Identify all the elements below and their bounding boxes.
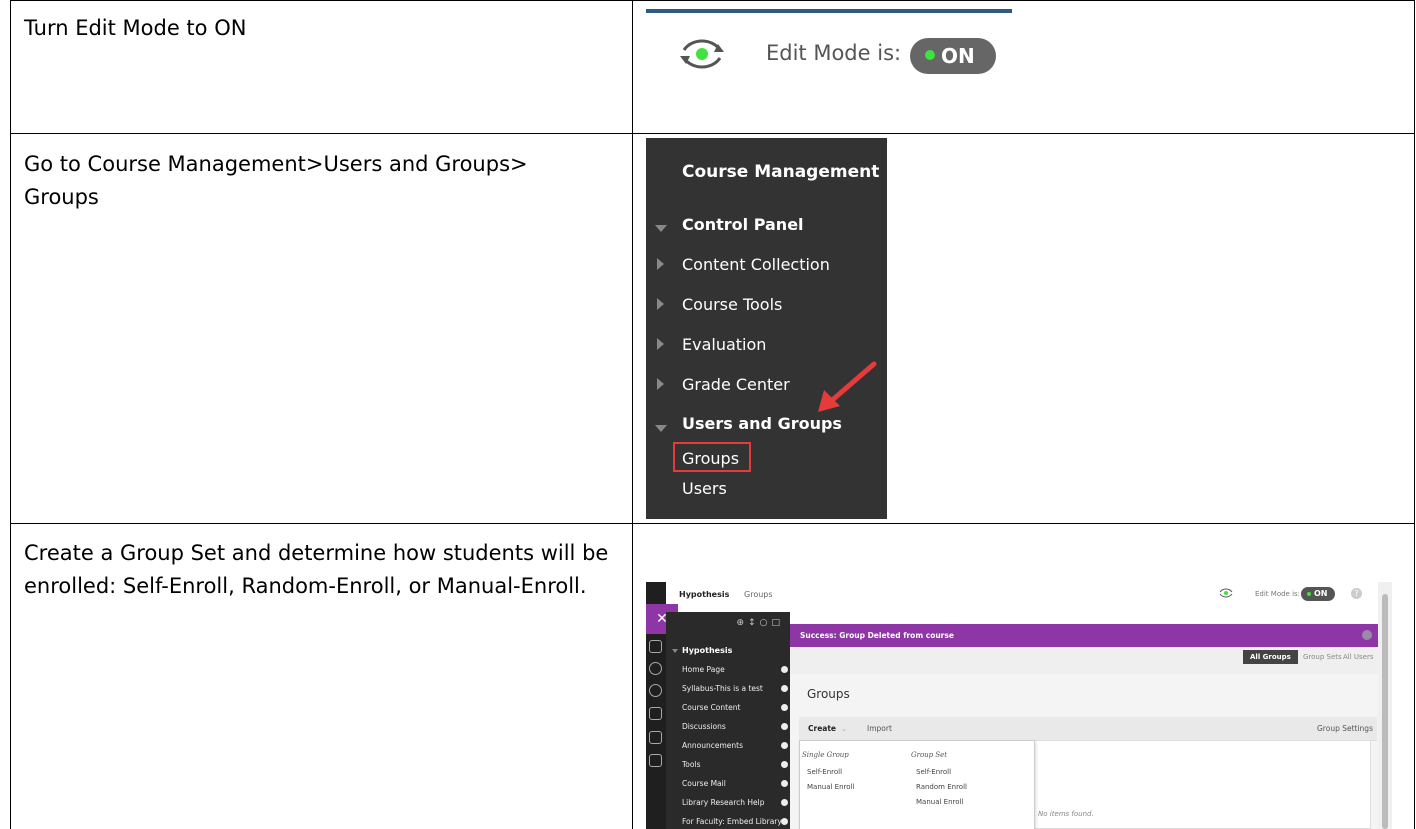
course-menu-item[interactable]: Course Mail [682,779,726,788]
menu-evaluation[interactable]: Evaluation [682,335,766,354]
tab-group-sets[interactable]: Group Sets [1303,653,1342,661]
edit-mode-label: Edit Mode is: [766,41,902,65]
caret-down-icon [655,425,667,432]
edit-mode-toggle[interactable]: ON [1301,587,1335,601]
institution-icon [649,640,662,653]
table-row-divider-1 [10,133,1415,134]
item-options-icon[interactable] [781,742,788,749]
tab-all-groups[interactable]: All Groups [1243,650,1298,664]
menu-item-set-random-enroll[interactable]: Random Enroll [916,783,967,791]
item-options-icon[interactable] [781,704,788,711]
item-options-icon[interactable] [781,723,788,730]
menu-item-single-manual-enroll[interactable]: Manual Enroll [807,783,854,791]
caret-down-icon [655,225,667,232]
course-menu-item[interactable]: Tools [682,760,700,769]
empty-message: No items found. [1038,810,1094,818]
course-menu-item[interactable]: Announcements [682,741,743,750]
create-button[interactable]: Create [808,724,836,733]
course-menu-header[interactable]: Hypothesis [682,646,732,655]
import-button[interactable]: Import [867,724,892,733]
help-icon[interactable]: ? [1351,588,1362,599]
instruction-step-1: Turn Edit Mode to ON [24,16,247,40]
table-border-left [10,0,11,829]
groups-page: Groups Create ⌄ Import Group Settings No… [790,674,1378,829]
breadcrumb[interactable]: Groups [744,590,773,599]
instruction-step-3: Create a Group Set and determine how stu… [24,541,609,598]
item-options-icon[interactable] [781,818,788,825]
group-settings-button[interactable]: Group Settings [1317,724,1373,733]
table-row-divider-2 [10,523,1415,524]
group-set-heading: Group Set [911,751,948,759]
globe-icon [649,684,662,697]
topbar-strip [646,9,1012,13]
action-bar: Create ⌄ Import Group Settings [799,717,1377,741]
edit-mode-label: Edit Mode is: [1255,590,1301,598]
menu-item-set-manual-enroll[interactable]: Manual Enroll [916,798,963,806]
caret-right-icon [657,338,664,350]
course-menu-item[interactable]: Home Page [682,665,725,674]
course-management-title: Course Management [682,162,880,182]
success-message: Success: Group Deleted from course [800,631,954,640]
status-dot-icon [1307,592,1311,596]
single-group-heading: Single Group [802,751,849,759]
caret-down-icon [672,649,678,653]
course-menu-item[interactable]: Syllabus-This is a test [682,684,763,693]
course-menu: ⊕↕○□ Hypothesis Home Page Syllabus-This … [666,612,790,829]
scrollbar-thumb[interactable] [1382,594,1388,829]
table-border-right [1414,0,1415,829]
course-menu-toolbar-icons[interactable]: ⊕↕○□ [737,618,784,628]
status-dot-icon [925,50,935,60]
caret-right-icon [657,298,664,310]
course-management-panel: Course Management Control Panel Content … [646,138,887,519]
edit-mode-state: ON [941,44,975,68]
create-dropdown-menu: Single Group Self-Enroll Manual Enroll G… [799,740,1035,829]
menu-course-tools[interactable]: Course Tools [682,295,782,314]
organizations-icon [649,731,662,744]
course-title[interactable]: Hypothesis [679,590,729,599]
blackboard-groups-screenshot: ✕ Hypothesis Groups Edit Mode is: ON ? ⊕… [646,582,1392,829]
caret-right-icon [657,258,664,270]
edit-mode-toggle[interactable]: ON [910,38,996,74]
menu-users[interactable]: Users [682,479,727,498]
item-options-icon[interactable] [781,761,788,768]
caret-right-icon [657,378,664,390]
menu-grade-center[interactable]: Grade Center [682,375,790,394]
success-banner: Success: Group Deleted from course [790,624,1378,647]
edit-mode-icon [1219,588,1233,598]
item-options-icon[interactable] [781,799,788,806]
menu-content-collection[interactable]: Content Collection [682,255,830,274]
calendar-icon [649,754,662,767]
edit-mode-state: ON [1314,589,1328,598]
item-options-icon[interactable] [781,685,788,692]
menu-item-set-self-enroll[interactable]: Self-Enroll [916,768,951,776]
courses-icon [649,707,662,720]
course-menu-item[interactable]: Course Content [682,703,740,712]
group-tabs: All Groups Group Sets All Users [790,647,1378,674]
scrollbar[interactable] [1378,582,1392,829]
profile-icon [649,662,662,675]
menu-item-single-self-enroll[interactable]: Self-Enroll [807,768,842,776]
table-divider-column [632,0,633,829]
course-menu-item[interactable]: For Faculty: Embed Library [682,817,782,826]
edit-mode-icon [680,39,724,69]
tab-all-users[interactable]: All Users [1343,653,1374,661]
course-menu-item[interactable]: Discussions [682,722,726,731]
course-menu-item[interactable]: Library Research Help [682,798,765,807]
item-options-icon[interactable] [781,666,788,673]
instruction-step-2: Go to Course Management>Users and Groups… [24,152,528,209]
dismiss-icon[interactable] [1362,630,1372,640]
item-options-icon[interactable] [781,780,788,787]
table-border-top [10,0,1415,1]
page-title: Groups [807,687,850,701]
chevron-down-icon[interactable]: ⌄ [841,724,847,733]
pointer-arrow-icon [818,361,877,412]
groups-highlight-box [673,442,751,472]
menu-control-panel[interactable]: Control Panel [682,215,804,234]
